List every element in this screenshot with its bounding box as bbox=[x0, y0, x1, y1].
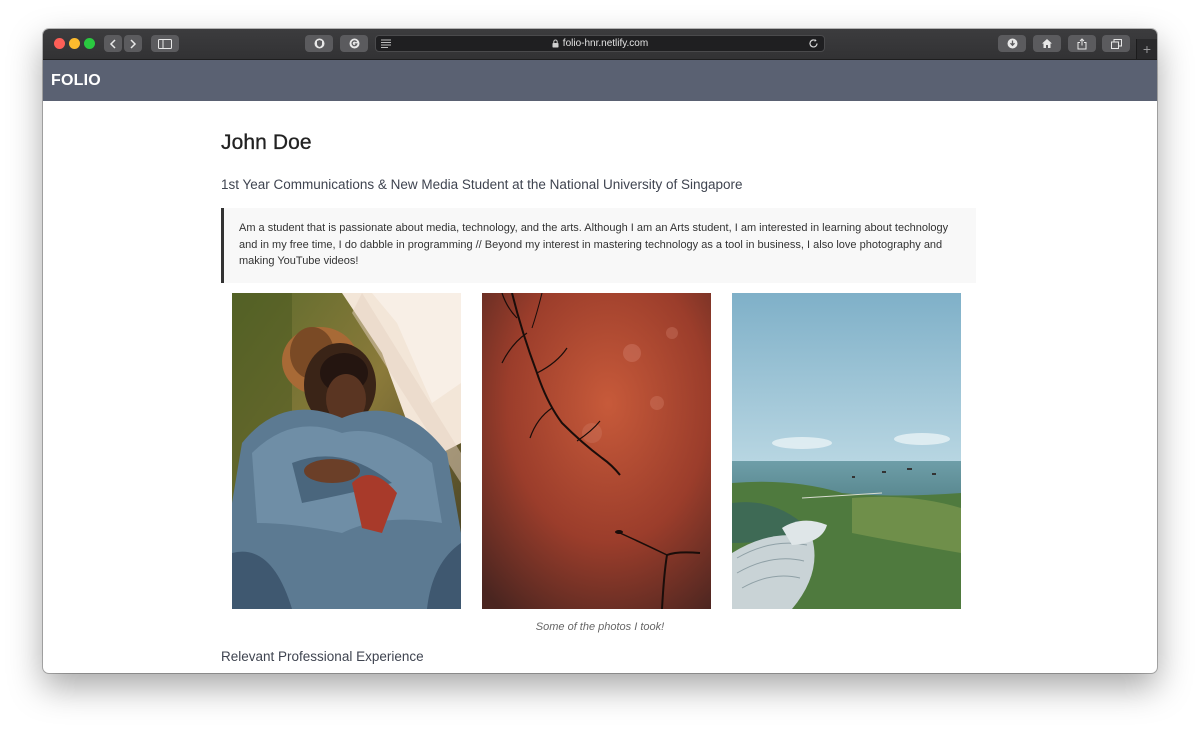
home-icon bbox=[1042, 39, 1052, 48]
url-display[interactable]: folio-hnr.netlify.com bbox=[376, 36, 824, 51]
chevron-right-icon bbox=[130, 38, 137, 49]
gallery-photo-branch[interactable] bbox=[482, 293, 711, 609]
minimize-window-button[interactable] bbox=[69, 38, 80, 49]
bio-text: Am a student that is passionate about me… bbox=[239, 222, 949, 267]
back-button[interactable] bbox=[104, 35, 122, 52]
share-button[interactable] bbox=[1068, 35, 1096, 52]
tab-overview-button[interactable] bbox=[1102, 35, 1130, 52]
new-tab-button[interactable]: + bbox=[1136, 39, 1157, 59]
browser-window: folio-hnr.netlify.com + FOLIO John Doe 1… bbox=[43, 29, 1157, 673]
home-button[interactable] bbox=[1033, 35, 1061, 52]
privacy-extension-button[interactable] bbox=[305, 35, 333, 52]
shield-icon bbox=[314, 38, 324, 49]
share-icon bbox=[1077, 37, 1087, 49]
profile-name: John Doe bbox=[221, 131, 312, 154]
site-navbar: FOLIO bbox=[43, 60, 1157, 101]
url-text: folio-hnr.netlify.com bbox=[562, 38, 649, 49]
close-window-button[interactable] bbox=[54, 38, 65, 49]
forward-button[interactable] bbox=[124, 35, 142, 52]
sidebar-toggle-button[interactable] bbox=[151, 35, 179, 52]
tabs-icon bbox=[1110, 38, 1122, 49]
lock-icon bbox=[552, 39, 559, 48]
g-logo-icon bbox=[349, 38, 359, 49]
grammar-extension-button[interactable] bbox=[340, 35, 368, 52]
gallery-caption: Some of the photos I took! bbox=[535, 621, 665, 633]
profile-subtitle: 1st Year Communications & New Media Stud… bbox=[221, 177, 743, 192]
brand-logo-link[interactable]: FOLIO bbox=[51, 72, 101, 90]
reload-icon[interactable] bbox=[808, 38, 819, 49]
gallery-photo-bay-aerial[interactable] bbox=[732, 293, 961, 609]
chevron-left-icon bbox=[109, 38, 116, 49]
address-bar[interactable]: folio-hnr.netlify.com bbox=[375, 35, 825, 52]
download-icon bbox=[1007, 38, 1017, 49]
experience-heading: Relevant Professional Experience bbox=[221, 649, 424, 664]
gallery-photo-couple[interactable] bbox=[232, 293, 461, 609]
browser-toolbar: folio-hnr.netlify.com + bbox=[43, 29, 1157, 60]
downloads-button[interactable] bbox=[998, 35, 1026, 52]
bio-blockquote: Am a student that is passionate about me… bbox=[221, 208, 976, 283]
sidebar-icon bbox=[158, 38, 172, 49]
zoom-window-button[interactable] bbox=[84, 38, 95, 49]
